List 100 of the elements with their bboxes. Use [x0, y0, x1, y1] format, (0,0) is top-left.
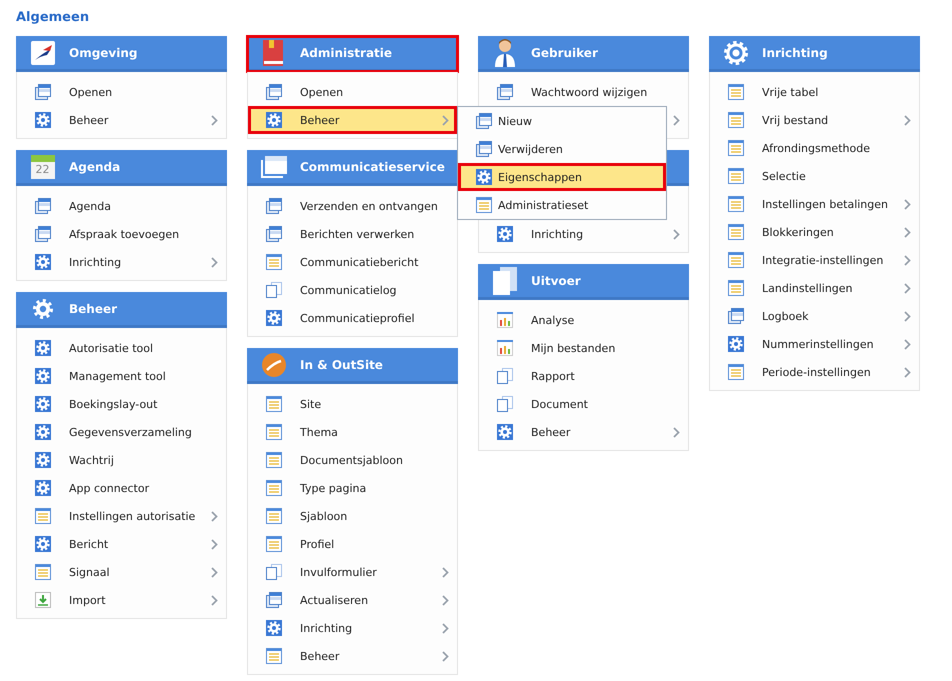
- menu-item[interactable]: Mijn bestanden: [479, 334, 688, 362]
- menu-item[interactable]: App connector: [17, 474, 226, 502]
- menu-item[interactable]: Verzenden en ontvangen: [248, 192, 457, 220]
- menu-item[interactable]: Administratieset: [458, 191, 666, 219]
- document-icon: [728, 196, 744, 212]
- card-header[interactable]: Gebruiker: [478, 36, 689, 72]
- card-header[interactable]: Administratie: [247, 36, 458, 72]
- menu-item[interactable]: Wachtrij: [17, 446, 226, 474]
- menu-item[interactable]: Actualiseren: [248, 586, 457, 614]
- window-icon: [476, 141, 492, 157]
- menu-item[interactable]: Rapport: [479, 362, 688, 390]
- menu-item[interactable]: Signaal: [17, 558, 226, 586]
- pages-icon: [497, 368, 513, 384]
- menu-item[interactable]: Type pagina: [248, 474, 457, 502]
- menu-item[interactable]: Bericht: [17, 530, 226, 558]
- menu-item[interactable]: Invulformulier: [248, 558, 457, 586]
- menu-item[interactable]: Instellingen betalingen: [710, 190, 919, 218]
- card-header[interactable]: Communicatieservice: [247, 150, 458, 186]
- menu-item[interactable]: Openen: [17, 78, 226, 106]
- window-icon: [35, 226, 51, 242]
- document-icon: [266, 254, 282, 270]
- book-icon: [262, 40, 284, 66]
- menu-item[interactable]: Beheer: [248, 106, 457, 134]
- gear-icon: [266, 310, 282, 326]
- menu-item[interactable]: Openen: [248, 78, 457, 106]
- menu-item[interactable]: Thema: [248, 418, 457, 446]
- menu-item[interactable]: Inrichting: [248, 614, 457, 642]
- chart-icon: [497, 340, 513, 356]
- gear-icon: [35, 424, 51, 440]
- card-header[interactable]: In & OutSite: [247, 348, 458, 384]
- pages-icon: [266, 564, 282, 580]
- menu-item[interactable]: Afrondingsmethode: [710, 134, 919, 162]
- card-header[interactable]: Uitvoer: [478, 264, 689, 300]
- window-icon: [35, 84, 51, 100]
- gear-icon: [722, 38, 750, 66]
- card-header[interactable]: Inrichting: [709, 36, 920, 72]
- menu-item[interactable]: Afspraak toevoegen: [17, 220, 226, 248]
- window-icon: [35, 198, 51, 214]
- card-header[interactable]: Beheer: [16, 292, 227, 328]
- document-icon: [728, 252, 744, 268]
- gear-icon: [30, 296, 54, 320]
- menu-item[interactable]: Integratie-instellingen: [710, 246, 919, 274]
- window-icon: [260, 156, 286, 178]
- gear-icon: [35, 112, 51, 128]
- menu-item[interactable]: Analyse: [479, 306, 688, 334]
- chart-icon: [497, 312, 513, 328]
- menu-item[interactable]: Vrij bestand: [710, 106, 919, 134]
- window-icon: [266, 592, 282, 608]
- document-icon: [728, 140, 744, 156]
- gear-icon: [497, 424, 513, 440]
- menu-item[interactable]: Instellingen autorisatie: [17, 502, 226, 530]
- pages-icon: [266, 282, 282, 298]
- gear-icon: [728, 336, 744, 352]
- gear-icon: [35, 368, 51, 384]
- menu-item[interactable]: Berichten verwerken: [248, 220, 457, 248]
- menu-item[interactable]: Inrichting: [479, 220, 688, 248]
- menu-item[interactable]: Communicatiebericht: [248, 248, 457, 276]
- menu-item[interactable]: Beheer: [248, 642, 457, 670]
- document-icon: [266, 508, 282, 524]
- menu-item[interactable]: Blokkeringen: [710, 218, 919, 246]
- menu-item[interactable]: Inrichting: [17, 248, 226, 276]
- menu-item[interactable]: Management tool: [17, 362, 226, 390]
- menu-item[interactable]: Import: [17, 586, 226, 614]
- document-icon: [266, 452, 282, 468]
- menu-item[interactable]: Agenda: [17, 192, 226, 220]
- menu-item[interactable]: Documentsjabloon: [248, 446, 457, 474]
- document-icon: [266, 480, 282, 496]
- menu-item[interactable]: Verwijderen: [458, 135, 666, 163]
- gear-icon: [497, 226, 513, 242]
- menu-item[interactable]: Document: [479, 390, 688, 418]
- menu-item[interactable]: Periode-instellingen: [710, 358, 919, 386]
- document-icon: [266, 648, 282, 664]
- menu-item[interactable]: Site: [248, 390, 457, 418]
- menu-item[interactable]: Nieuw: [458, 107, 666, 135]
- window-icon: [497, 84, 513, 100]
- menu-item[interactable]: Beheer: [479, 418, 688, 446]
- menu-item[interactable]: Communicatielog: [248, 276, 457, 304]
- menu-item[interactable]: Gegevensverzameling: [17, 418, 226, 446]
- card-header[interactable]: 22 Agenda: [16, 150, 227, 186]
- window-icon: [266, 84, 282, 100]
- menu-item[interactable]: Landinstellingen: [710, 274, 919, 302]
- menu-item[interactable]: Selectie: [710, 162, 919, 190]
- menu-item[interactable]: Nummerinstellingen: [710, 330, 919, 358]
- document-icon: [476, 197, 492, 213]
- gear-icon: [266, 620, 282, 636]
- menu-item[interactable]: Autorisatie tool: [17, 334, 226, 362]
- card-header[interactable]: Omgeving: [16, 36, 227, 72]
- menu-item[interactable]: Sjabloon: [248, 502, 457, 530]
- pages-icon: [492, 266, 516, 294]
- menu-item[interactable]: Profiel: [248, 530, 457, 558]
- menu-item[interactable]: Vrije tabel: [710, 78, 919, 106]
- menu-item[interactable]: Wachtwoord wijzigen: [479, 78, 688, 106]
- menu-item[interactable]: Eigenschappen: [458, 163, 666, 191]
- menu-item[interactable]: Logboek: [710, 302, 919, 330]
- menu-item[interactable]: Beheer: [17, 106, 226, 134]
- window-icon: [728, 308, 744, 324]
- person-icon: [494, 38, 516, 66]
- menu-item[interactable]: Boekingslay-out: [17, 390, 226, 418]
- document-icon: [35, 508, 51, 524]
- menu-item[interactable]: Communicatieprofiel: [248, 304, 457, 332]
